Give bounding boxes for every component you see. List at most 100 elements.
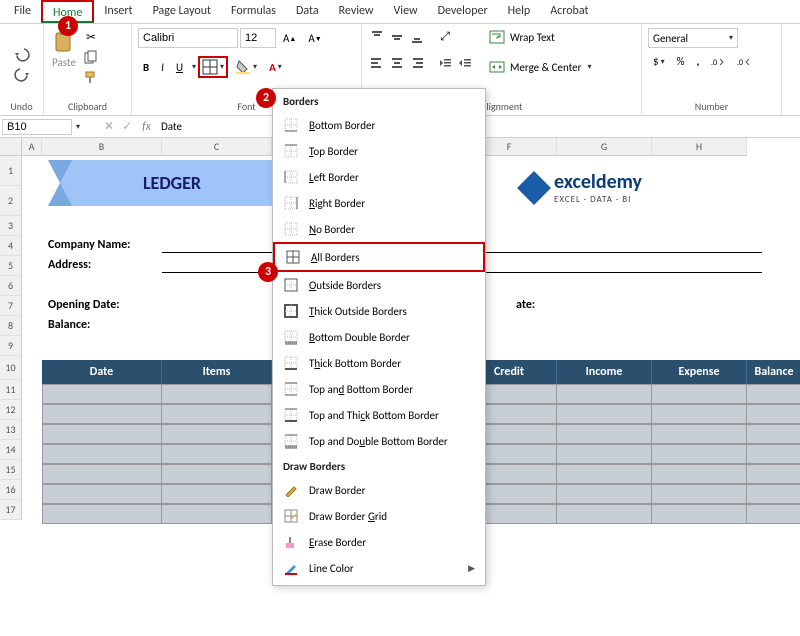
table-cell[interactable] bbox=[162, 464, 272, 484]
table-cell[interactable] bbox=[42, 424, 162, 444]
tab-formulas[interactable]: Formulas bbox=[221, 0, 286, 23]
menu-item-thick-outside-borders[interactable]: Thick Outside Borders bbox=[273, 298, 485, 324]
name-box[interactable] bbox=[2, 119, 72, 135]
row-header[interactable]: 4 bbox=[0, 236, 22, 256]
col-header[interactable]: H bbox=[652, 138, 747, 156]
decrease-decimal-icon[interactable]: .0 bbox=[732, 53, 756, 71]
row-header[interactable]: 10 bbox=[0, 356, 22, 380]
tab-file[interactable]: File bbox=[4, 0, 41, 23]
col-header[interactable]: A bbox=[22, 138, 42, 156]
table-cell[interactable] bbox=[42, 504, 162, 524]
borders-button[interactable]: ▾ bbox=[198, 56, 228, 78]
table-cell[interactable] bbox=[557, 464, 652, 484]
orientation-icon[interactable]: ⤢ bbox=[436, 28, 454, 46]
merge-center-button[interactable]: Merge & Center ▾ bbox=[488, 58, 592, 76]
col-header[interactable]: G bbox=[557, 138, 652, 156]
table-cell[interactable] bbox=[747, 444, 800, 464]
copy-icon[interactable] bbox=[82, 48, 100, 66]
table-cell[interactable] bbox=[747, 504, 800, 524]
table-cell[interactable] bbox=[162, 424, 272, 444]
cancel-formula-icon[interactable]: ✕ bbox=[104, 119, 114, 134]
table-cell[interactable] bbox=[652, 504, 747, 524]
undo-icon[interactable] bbox=[13, 45, 31, 63]
namebox-caret-icon[interactable]: ▾ bbox=[76, 122, 80, 132]
table-cell[interactable] bbox=[42, 384, 162, 404]
enter-formula-icon[interactable]: ✓ bbox=[122, 119, 132, 134]
menu-item-bottom-double-border[interactable]: Bottom Double Border bbox=[273, 324, 485, 350]
row-header[interactable]: 13 bbox=[0, 420, 22, 440]
row-header[interactable]: 15 bbox=[0, 460, 22, 480]
row-header[interactable]: 14 bbox=[0, 440, 22, 460]
table-cell[interactable] bbox=[162, 484, 272, 504]
bold-button[interactable]: B bbox=[138, 58, 154, 77]
wrap-text-button[interactable]: Wrap Text bbox=[488, 28, 592, 46]
tab-acrobat[interactable]: Acrobat bbox=[540, 0, 598, 23]
increase-decimal-icon[interactable]: .0 bbox=[706, 53, 730, 71]
tab-view[interactable]: View bbox=[384, 0, 428, 23]
menu-item-no-border[interactable]: No Border bbox=[273, 216, 485, 242]
row-header[interactable]: 5 bbox=[0, 256, 22, 276]
row-header[interactable]: 9 bbox=[0, 336, 22, 356]
table-cell[interactable] bbox=[747, 484, 800, 504]
table-cell[interactable] bbox=[42, 404, 162, 424]
menu-item-right-border[interactable]: Right Border bbox=[273, 190, 485, 216]
col-header[interactable]: B bbox=[42, 138, 162, 156]
menu-item-top-and-double-bottom-border[interactable]: Top and Double Bottom Border bbox=[273, 428, 485, 454]
tab-help[interactable]: Help bbox=[498, 0, 541, 23]
cut-icon[interactable]: ✂ bbox=[82, 28, 100, 46]
table-cell[interactable] bbox=[652, 464, 747, 484]
table-cell[interactable] bbox=[557, 424, 652, 444]
row-header[interactable]: 17 bbox=[0, 500, 22, 520]
table-cell[interactable] bbox=[42, 484, 162, 504]
menu-item-left-border[interactable]: Left Border bbox=[273, 164, 485, 190]
row-header[interactable]: 1 bbox=[0, 156, 22, 186]
menu-item-erase-border[interactable]: Erase Border bbox=[273, 529, 485, 555]
menu-item-top-and-thick-bottom-border[interactable]: Top and Thick Bottom Border bbox=[273, 402, 485, 428]
menu-item-draw-border[interactable]: Draw Border bbox=[273, 477, 485, 503]
table-cell[interactable] bbox=[747, 424, 800, 444]
formula-text[interactable]: Date bbox=[157, 120, 182, 133]
row-header[interactable]: 2 bbox=[0, 186, 22, 216]
menu-item-draw-border-grid[interactable]: Draw Border Grid bbox=[273, 503, 485, 529]
decrease-font-icon[interactable]: A▼ bbox=[303, 29, 326, 48]
increase-font-icon[interactable]: A▲ bbox=[278, 29, 301, 48]
table-cell[interactable] bbox=[42, 444, 162, 464]
table-cell[interactable] bbox=[747, 464, 800, 484]
align-middle-icon[interactable] bbox=[388, 28, 406, 46]
fx-icon[interactable]: fx bbox=[142, 120, 151, 134]
fill-color-button[interactable]: ▾ bbox=[230, 56, 262, 78]
currency-icon[interactable]: $▾ bbox=[648, 52, 670, 71]
align-left-icon[interactable] bbox=[368, 54, 386, 72]
select-all-corner[interactable] bbox=[0, 138, 22, 156]
number-format-select[interactable]: General ▾ bbox=[648, 28, 738, 48]
menu-item-thick-bottom-border[interactable]: Thick Bottom Border bbox=[273, 350, 485, 376]
decrease-indent-icon[interactable] bbox=[436, 54, 454, 72]
table-cell[interactable] bbox=[652, 384, 747, 404]
row-header[interactable]: 7 bbox=[0, 296, 22, 316]
percent-icon[interactable]: % bbox=[672, 52, 690, 71]
underline-button[interactable]: U bbox=[171, 58, 188, 77]
underline-caret-icon[interactable]: ▾ bbox=[192, 62, 196, 72]
menu-item-line-color[interactable]: Line Color▶ bbox=[273, 555, 485, 581]
align-center-icon[interactable] bbox=[388, 54, 406, 72]
menu-item-all-borders[interactable]: All Borders bbox=[273, 242, 485, 272]
font-color-button[interactable]: A▾ bbox=[264, 58, 287, 77]
table-cell[interactable] bbox=[162, 504, 272, 524]
tab-review[interactable]: Review bbox=[329, 0, 384, 23]
row-header[interactable]: 3 bbox=[0, 216, 22, 236]
menu-item-outside-borders[interactable]: Outside Borders bbox=[273, 272, 485, 298]
tab-page-layout[interactable]: Page Layout bbox=[143, 0, 221, 23]
table-cell[interactable] bbox=[162, 444, 272, 464]
row-header[interactable]: 6 bbox=[0, 276, 22, 296]
table-cell[interactable] bbox=[162, 404, 272, 424]
font-size-input[interactable] bbox=[240, 28, 276, 48]
tab-insert[interactable]: Insert bbox=[94, 0, 142, 23]
redo-icon[interactable] bbox=[13, 65, 31, 83]
table-cell[interactable] bbox=[42, 464, 162, 484]
table-cell[interactable] bbox=[747, 404, 800, 424]
align-right-icon[interactable] bbox=[408, 54, 426, 72]
row-header[interactable]: 8 bbox=[0, 316, 22, 336]
font-name-input[interactable] bbox=[138, 28, 238, 48]
table-cell[interactable] bbox=[652, 444, 747, 464]
align-bottom-icon[interactable] bbox=[408, 28, 426, 46]
